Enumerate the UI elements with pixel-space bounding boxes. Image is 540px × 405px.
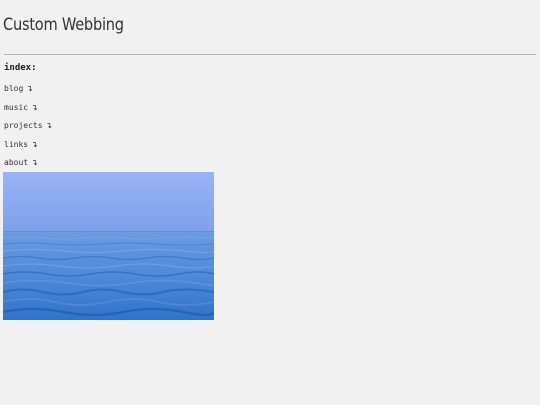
sky — [3, 172, 214, 232]
nav-link-blog[interactable]: blog ↴ — [4, 84, 33, 93]
down-arrow-icon: ↴ — [31, 139, 38, 149]
nav-link-label: projects — [4, 121, 43, 131]
nav-item-blog: blog ↴ — [4, 84, 52, 103]
nav-link-label: links — [4, 139, 29, 149]
site-title: Custom Webbing — [3, 15, 124, 35]
nav-link-about[interactable]: about ↴ — [4, 158, 38, 167]
sea-image — [3, 172, 214, 320]
down-arrow-icon: ↴ — [26, 84, 33, 93]
index-heading: index: — [4, 63, 37, 73]
nav-link-projects[interactable]: projects ↴ — [4, 121, 52, 130]
index-nav: blog ↴ music ↴ projects ↴ links ↴ about ↴ — [4, 84, 52, 177]
nav-link-music[interactable]: music ↴ — [4, 103, 38, 112]
down-arrow-icon: ↴ — [31, 158, 38, 168]
down-arrow-icon: ↴ — [31, 102, 38, 112]
nav-link-label: blog — [4, 84, 24, 93]
nav-link-label: about — [4, 158, 29, 168]
nav-item-music: music ↴ — [4, 103, 52, 122]
header-divider — [4, 54, 536, 55]
nav-link-links[interactable]: links ↴ — [4, 140, 38, 149]
nav-link-label: music — [4, 102, 29, 112]
nav-item-projects: projects ↴ — [4, 121, 52, 140]
nav-item-links: links ↴ — [4, 140, 52, 159]
down-arrow-icon: ↴ — [45, 121, 53, 131]
